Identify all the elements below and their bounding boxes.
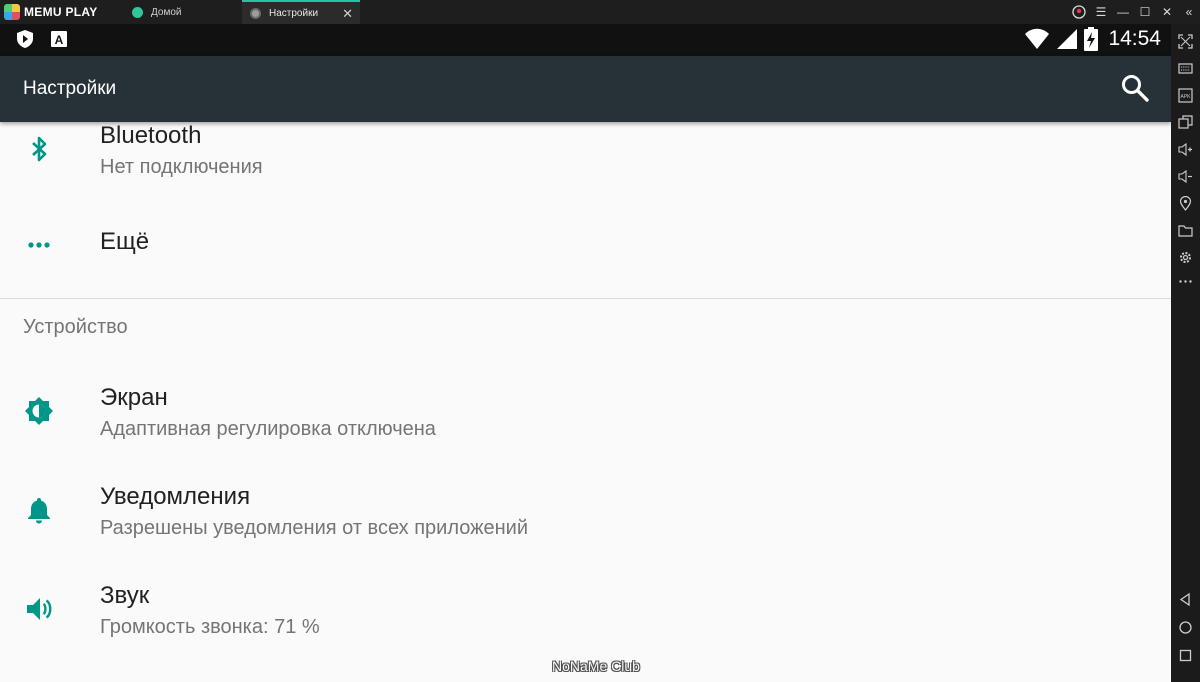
memu-brand-text: MEMU PLAY <box>24 5 98 19</box>
close-tab-icon[interactable]: ✕ <box>342 6 353 22</box>
android-statusbar: A 14:54 <box>0 24 1171 56</box>
more-options-icon[interactable] <box>1178 274 1193 289</box>
tab-home-label: Домой <box>151 6 182 18</box>
settings-item-title: Bluetooth <box>100 122 202 149</box>
volume-down-icon[interactable] <box>1178 169 1193 184</box>
tab-settings-label: Настройки <box>269 7 319 19</box>
settings-item-display[interactable]: Экран Адаптивная регулировка отключена <box>0 380 1171 450</box>
collapse-sidebar-icon[interactable]: « <box>1178 0 1200 24</box>
settings-item-subtitle: Громкость звонка: 71 % <box>100 616 320 638</box>
svg-text:A: A <box>55 33 64 47</box>
bell-icon <box>28 498 50 524</box>
settings-item-title: Звук <box>100 582 150 609</box>
emulator-side-toolbar: APK <box>1171 24 1200 682</box>
section-divider <box>0 298 1171 299</box>
settings-item-subtitle: Нет подключения <box>100 156 263 178</box>
settings-item-subtitle: Разрешены уведомления от всех приложений <box>100 517 529 539</box>
battery-charging-icon <box>1084 27 1099 51</box>
folder-icon[interactable] <box>1178 223 1193 238</box>
more-dots-icon <box>28 242 50 248</box>
svg-text:APK: APK <box>1180 94 1191 100</box>
maximize-icon[interactable]: ☐ <box>1134 0 1156 24</box>
settings-item-title: Экран <box>100 384 168 411</box>
tab-home[interactable]: Домой <box>124 0 242 24</box>
apk-icon[interactable]: APK <box>1178 88 1193 103</box>
memu-logo-icon <box>4 4 20 20</box>
memu-logo: MEMU PLAY <box>0 0 124 24</box>
fullscreen-icon[interactable] <box>1178 34 1193 49</box>
wifi-icon <box>1025 28 1050 49</box>
back-icon[interactable] <box>1178 592 1193 607</box>
settings-list: Bluetooth Нет подключения Ещё Устройство <box>0 122 1171 682</box>
tab-settings[interactable]: Настройки ✕ <box>242 0 360 24</box>
watermark: NoNaMe Club <box>552 658 640 674</box>
home-icon[interactable] <box>1178 620 1193 635</box>
menu-icon[interactable]: ☰ <box>1090 0 1112 24</box>
keyboard-icon[interactable] <box>1178 61 1193 76</box>
settings-item-notifications[interactable]: Уведомления Разрешены уведомления от все… <box>0 479 1171 549</box>
emulator-titlebar: MEMU PLAY Домой Настройки ✕ ☰ — ☐ ✕ « <box>0 0 1200 24</box>
minimize-icon[interactable]: — <box>1112 0 1134 24</box>
app-toolbar: Настройки <box>0 56 1171 122</box>
section-header: Устройство <box>23 316 128 338</box>
close-window-icon[interactable]: ✕ <box>1156 0 1178 24</box>
settings-item-title: Ещё <box>100 228 150 255</box>
volume-up-icon[interactable] <box>1178 142 1193 157</box>
settings-item-sound[interactable]: Звук Громкость звонка: 71 % <box>0 578 1171 648</box>
shield-icon <box>17 30 33 48</box>
account-icon[interactable] <box>1068 0 1090 24</box>
statusbar-clock: 14:54 <box>1108 27 1161 50</box>
volume-icon <box>27 598 52 620</box>
search-icon[interactable] <box>1119 72 1151 104</box>
settings-item-more[interactable]: Ещё <box>0 218 1171 278</box>
multi-window-icon[interactable] <box>1178 115 1193 130</box>
bluetooth-icon <box>32 136 47 162</box>
location-icon[interactable] <box>1178 196 1193 211</box>
settings-item-title: Уведомления <box>100 483 251 510</box>
settings-item-subtitle: Адаптивная регулировка отключена <box>100 418 436 440</box>
android-screen: A 14:54 Настройки Bluetooth Нет подключе… <box>0 24 1171 682</box>
settings-item-bluetooth[interactable]: Bluetooth Нет подключения <box>0 122 1171 192</box>
brightness-icon <box>25 397 53 425</box>
emulator-window: MEMU PLAY Домой Настройки ✕ ☰ — ☐ ✕ « A <box>0 0 1200 682</box>
recents-icon[interactable] <box>1178 648 1193 663</box>
window-controls: ☰ — ☐ ✕ « <box>1068 0 1200 24</box>
home-tab-icon <box>132 6 143 18</box>
page-title: Настройки <box>23 78 117 99</box>
keyboard-a-icon: A <box>51 31 67 47</box>
settings-tab-icon <box>250 7 261 19</box>
gear-icon[interactable] <box>1178 250 1193 265</box>
signal-icon <box>1057 29 1078 49</box>
